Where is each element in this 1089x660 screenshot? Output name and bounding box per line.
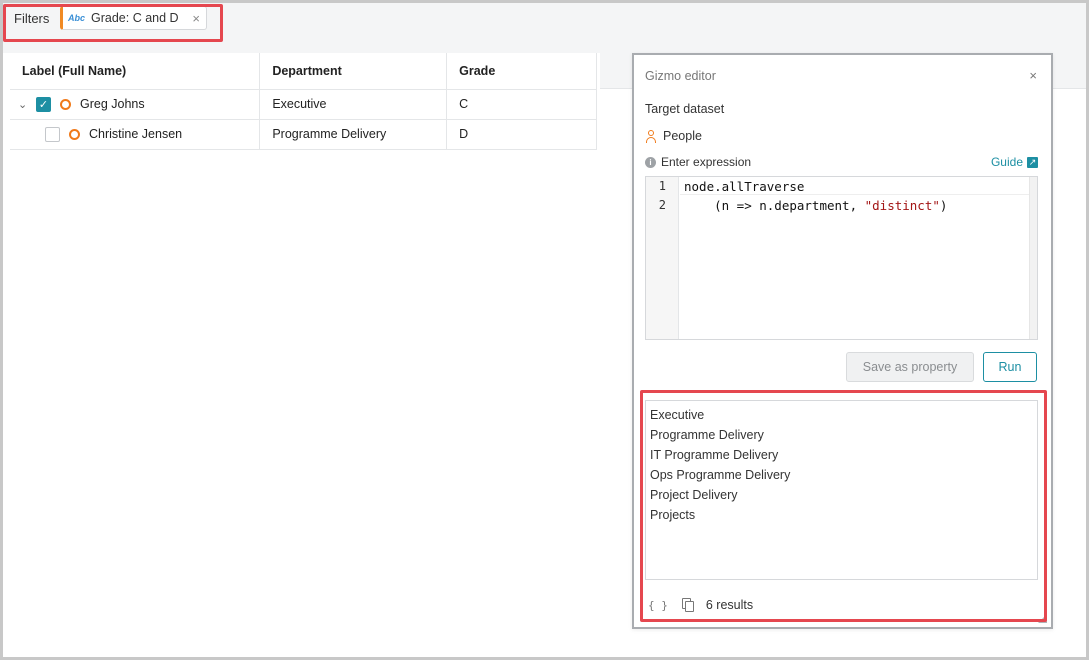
- data-table: Label (Full Name) Department Grade ⌄ ✓ G…: [10, 53, 597, 150]
- results-count: 6 results: [705, 598, 754, 612]
- row-grade: C: [446, 89, 597, 120]
- filter-highlight-box: [3, 4, 223, 42]
- node-icon: [60, 98, 71, 110]
- guide-label: Guide: [990, 155, 1023, 169]
- code-text: (n => n.department,: [684, 198, 865, 213]
- dataset-name: People: [663, 129, 702, 143]
- guide-link[interactable]: Guide ↗: [991, 155, 1038, 169]
- filter-bar: Filters Abc Grade: C and D ×: [3, 3, 1086, 53]
- expression-label: Enter expression: [661, 155, 752, 169]
- row-grade: D: [446, 119, 597, 150]
- expression-header: i Enter expression Guide ↗: [645, 155, 1038, 169]
- node-icon: [69, 128, 80, 140]
- resize-handle[interactable]: [1038, 614, 1047, 623]
- panel-title: Gizmo editor: [645, 69, 716, 83]
- run-button[interactable]: Run: [983, 352, 1037, 382]
- column-header-department[interactable]: Department: [259, 53, 448, 90]
- table-row[interactable]: Christine Jensen Programme Delivery D: [10, 119, 597, 150]
- chevron-down-icon[interactable]: ⌄: [18, 98, 30, 111]
- external-link-icon: ↗: [1027, 156, 1038, 168]
- target-dataset-label: Target dataset: [645, 102, 725, 116]
- gizmo-editor-panel: Gizmo editor × Target dataset People i E…: [632, 53, 1053, 629]
- row-name: Christine Jensen: [89, 127, 183, 141]
- save-as-property-button[interactable]: Save as property: [846, 352, 974, 382]
- info-icon: i: [645, 156, 656, 168]
- person-icon: [645, 129, 657, 143]
- list-item: IT Programme Delivery: [650, 448, 779, 462]
- line-number: 1: [658, 179, 666, 193]
- list-item: Ops Programme Delivery: [650, 468, 791, 482]
- row-checkbox[interactable]: [45, 126, 60, 142]
- close-icon[interactable]: ×: [1029, 68, 1037, 83]
- row-department: Programme Delivery: [259, 119, 448, 150]
- code-line: (n => n.department, "distinct"): [684, 198, 947, 213]
- editor-scrollbar[interactable]: [1029, 177, 1037, 339]
- code-line: node.allTraverse: [684, 179, 805, 194]
- row-department: Executive: [259, 89, 448, 120]
- column-header-grade[interactable]: Grade: [446, 53, 597, 90]
- list-item: Project Delivery: [650, 488, 738, 502]
- code-string: "distinct": [864, 198, 940, 213]
- table-row[interactable]: ⌄ ✓ Greg Johns Executive C: [10, 89, 597, 120]
- line-number: 2: [658, 198, 666, 212]
- row-name: Greg Johns: [80, 97, 145, 111]
- code-editor[interactable]: 1 2 node.allTraverse (n => n.department,…: [645, 176, 1038, 340]
- list-item: Programme Delivery: [650, 428, 764, 442]
- dataset-selector[interactable]: People: [645, 129, 702, 143]
- row-checkbox[interactable]: ✓: [36, 96, 51, 112]
- column-header-label[interactable]: Label (Full Name): [10, 53, 261, 90]
- braces-icon[interactable]: { }: [648, 599, 668, 612]
- results-footer: { } 6 results: [648, 598, 753, 612]
- code-text: ): [939, 198, 948, 213]
- copy-icon[interactable]: [681, 598, 694, 612]
- list-item: Executive: [650, 408, 705, 422]
- results-list: Executive Programme Delivery IT Programm…: [645, 400, 1038, 580]
- list-item: Projects: [650, 508, 696, 522]
